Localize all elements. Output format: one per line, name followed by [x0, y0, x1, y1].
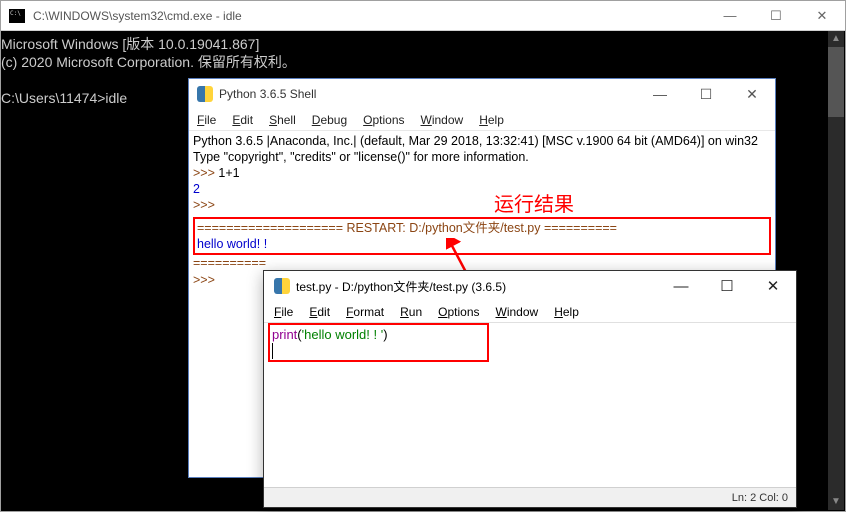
minimize-button[interactable]: — [658, 271, 704, 301]
code-cursor-line [272, 343, 273, 359]
shell-hello-output: hello world! ! [197, 236, 767, 252]
editor-window-controls: — ☐ ✕ [658, 271, 796, 301]
menu-run[interactable]: Run [400, 305, 422, 319]
shell-banner: Python 3.6.5 |Anaconda, Inc.| (default, … [193, 133, 771, 149]
close-button[interactable]: ✕ [729, 79, 775, 109]
maximize-button[interactable]: ☐ [683, 79, 729, 109]
scroll-down-icon[interactable]: ▼ [828, 494, 844, 510]
menu-edit[interactable]: Edit [232, 113, 253, 127]
cursor-position: Ln: 2 Col: 0 [732, 492, 788, 504]
shell-body[interactable]: Python 3.6.5 |Anaconda, Inc.| (default, … [189, 131, 775, 290]
menu-file[interactable]: File [274, 305, 293, 319]
cmd-titlebar[interactable]: C:\WINDOWS\system32\cmd.exe - idle — ☐ ✕ [1, 1, 845, 31]
menu-edit[interactable]: Edit [309, 305, 330, 319]
editor-title: test.py - D:/python文件夹/test.py (3.6.5) [296, 278, 658, 295]
editor-menubar: File Edit Format Run Options Window Help [264, 301, 796, 323]
menu-debug[interactable]: Debug [312, 113, 347, 127]
maximize-button[interactable]: ☐ [753, 1, 799, 30]
shell-menubar: File Edit Shell Debug Options Window Hel… [189, 109, 775, 131]
scroll-thumb[interactable] [828, 47, 844, 117]
editor-body[interactable]: print('hello world! ! ') [264, 323, 796, 362]
maximize-button[interactable]: ☐ [704, 271, 750, 301]
python-editor-window: test.py - D:/python文件夹/test.py (3.6.5) —… [263, 270, 797, 508]
cmd-icon [9, 9, 25, 23]
shell-restart-line: ==================== RESTART: D:/python文… [197, 220, 767, 236]
cmd-prompt: C:\Users\11474> [1, 90, 105, 106]
menu-help[interactable]: Help [554, 305, 579, 319]
menu-window[interactable]: Window [496, 305, 539, 319]
menu-format[interactable]: Format [346, 305, 384, 319]
cmd-output-line: Microsoft Windows [版本 10.0.19041.867] [1, 35, 845, 53]
restart-tail: ========== [193, 256, 266, 270]
shell-input: 1+1 [218, 166, 239, 180]
shell-prompt-empty: >>> [193, 197, 771, 213]
close-button[interactable]: ✕ [799, 1, 845, 30]
cmd-title: C:\WINDOWS\system32\cmd.exe - idle [33, 9, 707, 23]
shell-prompt: >>> [193, 166, 218, 180]
annotation-label: 运行结果 [494, 188, 574, 217]
cmd-window-controls: — ☐ ✕ [707, 1, 845, 30]
shell-line: >>> 1+1 [193, 165, 771, 181]
minimize-button[interactable]: — [637, 79, 683, 109]
shell-title: Python 3.6.5 Shell [219, 87, 637, 101]
shell-titlebar[interactable]: Python 3.6.5 Shell — ☐ ✕ [189, 79, 775, 109]
python-icon [197, 86, 213, 102]
shell-banner: Type "copyright", "credits" or "license(… [193, 149, 771, 165]
code-string: 'hello world! ! ' [302, 327, 384, 342]
editor-titlebar[interactable]: test.py - D:/python文件夹/test.py (3.6.5) —… [264, 271, 796, 301]
menu-window[interactable]: Window [421, 113, 464, 127]
scroll-up-icon[interactable]: ▲ [828, 31, 844, 47]
shell-window-controls: — ☐ ✕ [637, 79, 775, 109]
menu-options[interactable]: Options [363, 113, 404, 127]
cmd-entered-command: idle [105, 90, 127, 106]
menu-options[interactable]: Options [438, 305, 479, 319]
python-icon [274, 278, 290, 294]
cmd-output-line: (c) 2020 Microsoft Corporation. 保留所有权利。 [1, 53, 845, 71]
result-highlight-box: ==================== RESTART: D:/python文… [193, 217, 771, 255]
menu-help[interactable]: Help [479, 113, 504, 127]
menu-file[interactable]: File [197, 113, 216, 127]
shell-output: 2 [193, 181, 771, 197]
cmd-scrollbar[interactable]: ▲ ▼ [828, 31, 844, 510]
code-paren: ) [383, 327, 387, 342]
minimize-button[interactable]: — [707, 1, 753, 30]
code-keyword: print [272, 327, 297, 342]
code-highlight-box: print('hello world! ! ') [268, 323, 489, 362]
editor-statusbar: Ln: 2 Col: 0 [264, 487, 796, 507]
close-button[interactable]: ✕ [750, 271, 796, 301]
menu-shell[interactable]: Shell [269, 113, 296, 127]
